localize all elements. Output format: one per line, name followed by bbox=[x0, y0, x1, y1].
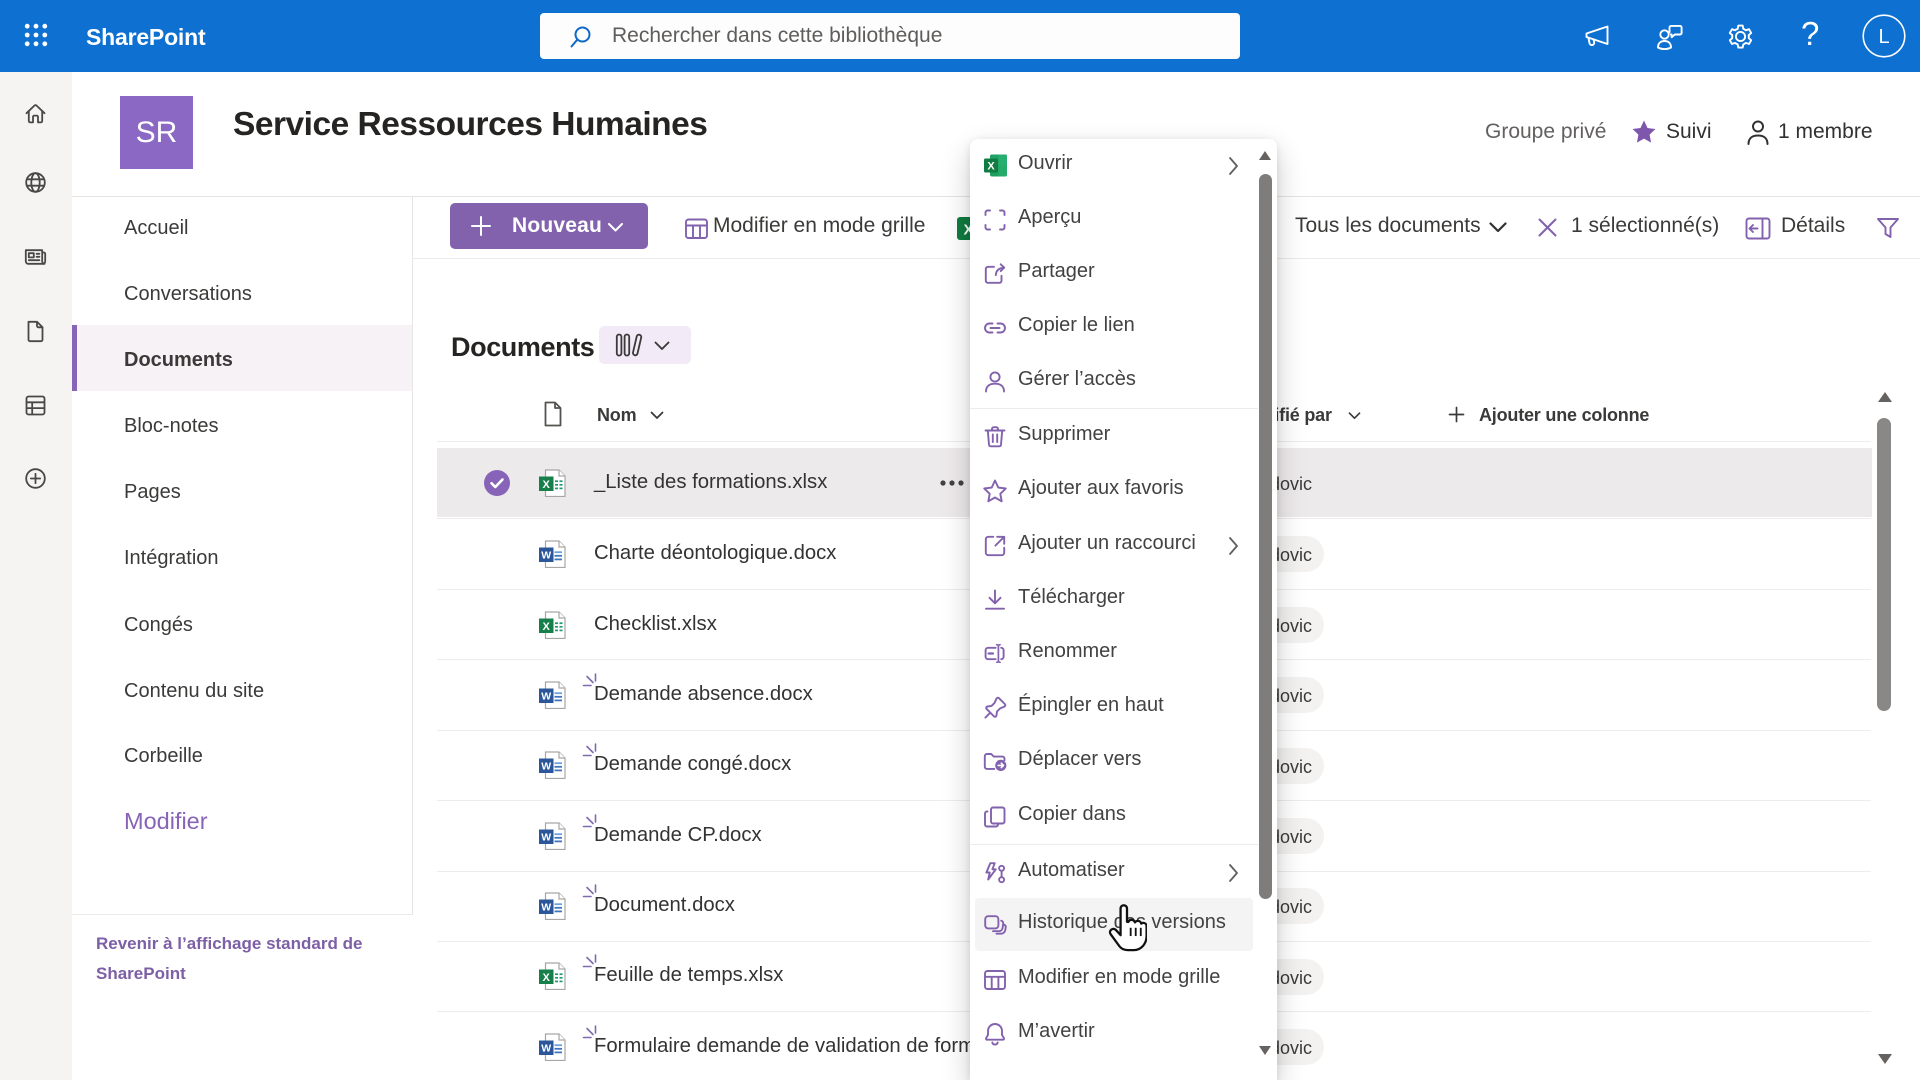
svg-text:X: X bbox=[987, 161, 995, 173]
svg-text:L: L bbox=[1878, 26, 1889, 48]
